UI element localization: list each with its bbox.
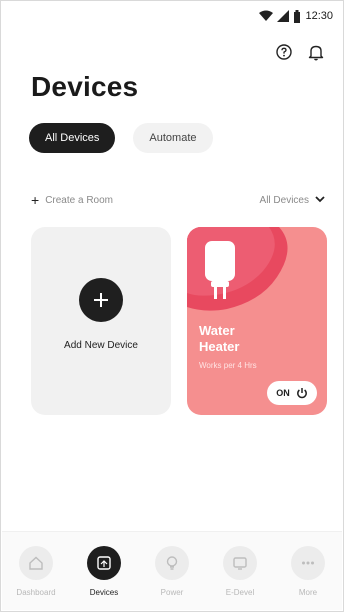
nav-label-power: Power (160, 587, 184, 597)
page-title: Devices (31, 71, 139, 102)
device-power-toggle[interactable]: ON (267, 381, 317, 405)
nav-item-power[interactable]: Power (140, 545, 204, 597)
nav-item-e-devel[interactable]: E-Devel (208, 545, 272, 597)
create-room-button[interactable]: + Create a Room (31, 193, 113, 207)
status-time: 12:30 (305, 10, 333, 22)
notification-bell-icon[interactable] (307, 43, 325, 61)
more-icon (291, 545, 325, 580)
device-name-line1: Water (199, 323, 235, 338)
power-icon (296, 388, 307, 399)
create-room-label: Create a Room (45, 194, 113, 206)
toolbar-row: + Create a Room All Devices (31, 191, 325, 209)
display-icon (223, 545, 257, 580)
help-icon[interactable] (275, 43, 293, 61)
app-frame: 12:30 Devices All Devices Automate + Cre… (0, 0, 344, 612)
add-device-card[interactable]: Add New Device (31, 227, 171, 415)
nav-label-dashboard: Dashboard (16, 587, 56, 597)
devices-icon (87, 545, 121, 580)
device-name: Water Heater (199, 323, 309, 355)
tab-all-devices[interactable]: All Devices (29, 123, 116, 153)
power-state-label: ON (276, 388, 290, 398)
home-icon (19, 545, 53, 580)
nav-item-devices[interactable]: Devices (72, 545, 136, 597)
water-heater-icon (205, 241, 235, 299)
add-device-button[interactable] (79, 277, 123, 322)
device-tabs: All Devices Automate (29, 123, 213, 153)
filter-label: All Devices (259, 194, 309, 206)
nav-label-devices: Devices (89, 587, 119, 597)
status-bar: 12:30 (259, 7, 333, 25)
tab-automate[interactable]: Automate (133, 123, 213, 153)
chevron-down-icon (315, 195, 325, 206)
wifi-icon (259, 10, 274, 22)
plus-icon: + (31, 192, 40, 208)
nav-item-dashboard[interactable]: Dashboard (4, 545, 68, 597)
add-device-label: Add New Device (64, 339, 138, 351)
device-card-water-heater[interactable]: Water Heater Works per 4 Hrs ON (187, 227, 327, 415)
signal-icon (277, 10, 290, 22)
device-name-line2: Heater (199, 339, 240, 354)
bottom-navigation: Dashboard Devices Power E-Devel More (2, 531, 342, 610)
plus-icon (94, 292, 108, 307)
nav-item-more[interactable]: More (276, 545, 340, 597)
device-filter-dropdown[interactable]: All Devices (260, 195, 325, 206)
device-subtitle: Works per 4 Hrs (199, 361, 257, 370)
nav-label-e-devel: E-Devel (225, 587, 255, 597)
nav-label-more: More (298, 587, 318, 597)
battery-icon (293, 9, 301, 23)
bulb-icon (155, 545, 189, 580)
